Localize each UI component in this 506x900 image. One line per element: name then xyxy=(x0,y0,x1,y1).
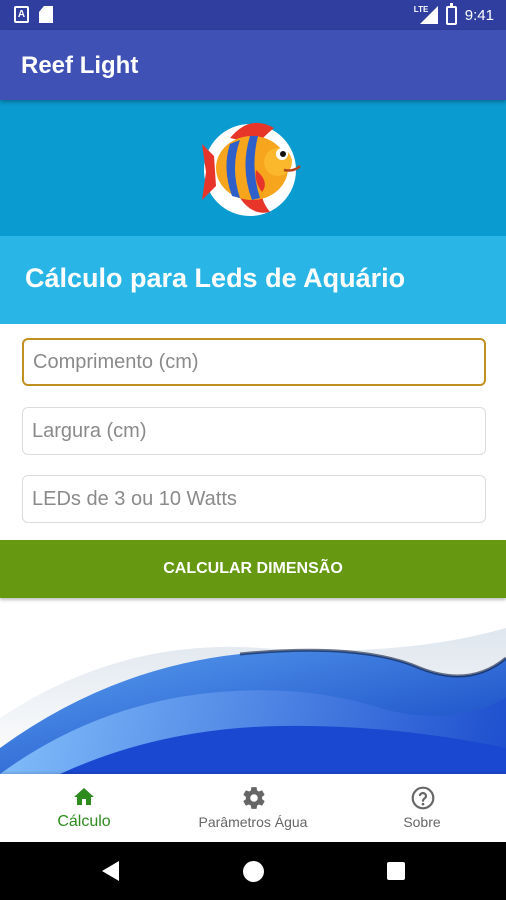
page-title: Cálculo para Leds de Aquário xyxy=(25,263,406,293)
app-notification-icon: A xyxy=(14,6,29,23)
nav-item-sobre[interactable]: Sobre xyxy=(338,774,506,842)
recent-apps-icon[interactable] xyxy=(387,862,405,880)
battery-icon xyxy=(445,2,457,25)
signal-icon: LTE xyxy=(414,5,438,25)
app-bar: Reef Light xyxy=(0,30,506,100)
home-button-icon[interactable] xyxy=(243,861,264,882)
help-circle-icon xyxy=(411,786,435,810)
app-title: Reef Light xyxy=(21,52,139,79)
width-input[interactable] xyxy=(23,408,485,454)
bottom-nav: Cálculo Parâmetros Água Sobre xyxy=(0,774,506,842)
length-input[interactable] xyxy=(24,340,484,384)
nav-item-parametros-agua[interactable]: Parâmetros Água xyxy=(169,774,337,842)
wave-decoration xyxy=(0,628,506,774)
status-time: 9:41 xyxy=(464,6,494,24)
calculate-button[interactable]: CALCULAR DIMENSÃO xyxy=(0,540,506,598)
back-icon[interactable] xyxy=(102,861,119,881)
status-bar: A LTE 9:41 xyxy=(0,0,506,30)
title-band: Cálculo para Leds de Aquário xyxy=(0,236,506,324)
leds-input[interactable] xyxy=(23,476,485,522)
gear-icon xyxy=(243,787,265,809)
nav-label-sobre: Sobre xyxy=(403,814,441,830)
screen: A LTE 9:41 Reef Light Cálculo para Leds … xyxy=(0,0,506,900)
system-nav-bar xyxy=(0,842,506,900)
width-field[interactable] xyxy=(22,407,486,455)
fish-logo-icon xyxy=(202,122,301,216)
leds-field[interactable] xyxy=(22,475,486,523)
nav-label-calculo: Cálculo xyxy=(57,813,111,830)
length-field[interactable] xyxy=(22,338,486,386)
home-icon xyxy=(74,788,94,805)
fish-banner xyxy=(0,100,506,236)
sd-card-icon xyxy=(39,6,53,23)
nav-item-calculo[interactable]: Cálculo xyxy=(0,774,168,842)
nav-label-parametros-agua: Parâmetros Água xyxy=(198,814,308,830)
